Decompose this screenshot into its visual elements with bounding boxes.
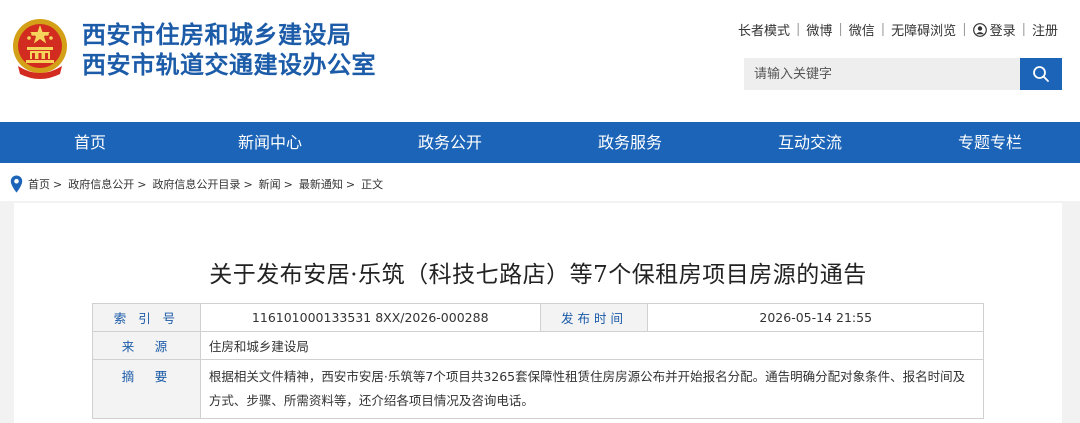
org-name-secondary: 西安市轨道交通建设办公室 (82, 51, 376, 79)
breadcrumb-gov-info-catalog[interactable]: 政府信息公开目录 (152, 176, 240, 192)
breadcrumb: 首页 > 政府信息公开 > 政府信息公开目录 > 新闻 > 最新通知 > 正文 (10, 173, 386, 195)
summary-label: 摘 要 (92, 359, 201, 419)
breadcrumb-current: 正文 (361, 178, 384, 191)
table-row: 来 源 住房和城乡建设局 (92, 331, 985, 360)
elder-mode-link[interactable]: 长者模式 (738, 20, 790, 39)
weibo-link[interactable]: 微博 (806, 20, 832, 39)
location-pin-icon (10, 175, 23, 193)
article-meta-table: 索 引 号 116101000133531 8XX/2026-000288 发布… (92, 303, 985, 419)
separator: | (962, 22, 967, 37)
table-row: 索 引 号 116101000133531 8XX/2026-000288 发布… (92, 303, 984, 332)
source-value: 住房和城乡建设局 (199, 331, 985, 360)
search-icon (1033, 66, 1049, 82)
wechat-link[interactable]: 微信 (849, 20, 875, 39)
site-header: 西安市住房和城乡建设局 西安市轨道交通建设办公室 长者模式 | 微博 | 微信 … (0, 0, 1080, 122)
nav-item-special-topics[interactable]: 专题专栏 (900, 122, 1080, 163)
article-panel: 关于发布安居·乐筑（科技七路店）等7个保租房项目房源的通告 索 引 号 1161… (14, 203, 1062, 423)
org-name-primary: 西安市住房和城乡建设局 (82, 21, 352, 49)
source-label: 来 源 (92, 331, 201, 360)
register-link[interactable]: 注册 (1032, 20, 1058, 39)
top-links: 长者模式 | 微博 | 微信 | 无障碍浏览 | 登录 | 注册 (738, 20, 1058, 39)
separator: | (838, 22, 843, 37)
separator: | (880, 22, 886, 37)
nav-item-interaction[interactable]: 互动交流 (720, 122, 900, 163)
nav-item-home[interactable]: 首页 (0, 122, 180, 163)
nav-item-news[interactable]: 新闻中心 (180, 122, 360, 163)
accessibility-link[interactable]: 无障碍浏览 (891, 20, 956, 39)
main-nav: 首页 新闻中心 政务公开 政务服务 互动交流 专题专栏 (0, 122, 1080, 163)
search-bar (744, 58, 1062, 90)
breadcrumb-news[interactable]: 新闻 (259, 176, 281, 192)
user-icon (972, 22, 987, 37)
login-link[interactable]: 登录 (990, 20, 1016, 39)
separator: | (795, 22, 801, 37)
publish-date-label: 发布时间 (539, 303, 649, 332)
breadcrumb-gov-info-open[interactable]: 政府信息公开 (68, 176, 134, 192)
summary-value: 根据相关文件精神，西安市安居·乐筑等7个项目共3265套保障性租赁住房房源公布并… (199, 359, 985, 419)
table-row: 摘 要 根据相关文件精神，西安市安居·乐筑等7个项目共3265套保障性租赁住房房… (92, 359, 985, 419)
search-button[interactable] (1020, 58, 1062, 90)
article-title: 关于发布安居·乐筑（科技七路店）等7个保租房项目房源的通告 (209, 262, 867, 288)
national-emblem-icon (13, 19, 67, 79)
breadcrumb-home[interactable]: 首页 (28, 176, 50, 192)
index-value: 116101000133531 8XX/2026-000288 (199, 303, 541, 332)
nav-item-gov-affairs-open[interactable]: 政务公开 (360, 122, 540, 163)
nav-item-gov-services[interactable]: 政务服务 (540, 122, 720, 163)
publish-date-value: 2026-05-14 21:55 (647, 303, 984, 332)
breadcrumb-latest-notice[interactable]: 最新通知 (299, 176, 343, 192)
separator: | (1021, 22, 1026, 37)
index-label: 索 引 号 (92, 303, 201, 332)
org-names: 西安市住房和城乡建设局 西安市轨道交通建设办公室 (82, 20, 376, 80)
search-input[interactable] (744, 58, 1020, 90)
